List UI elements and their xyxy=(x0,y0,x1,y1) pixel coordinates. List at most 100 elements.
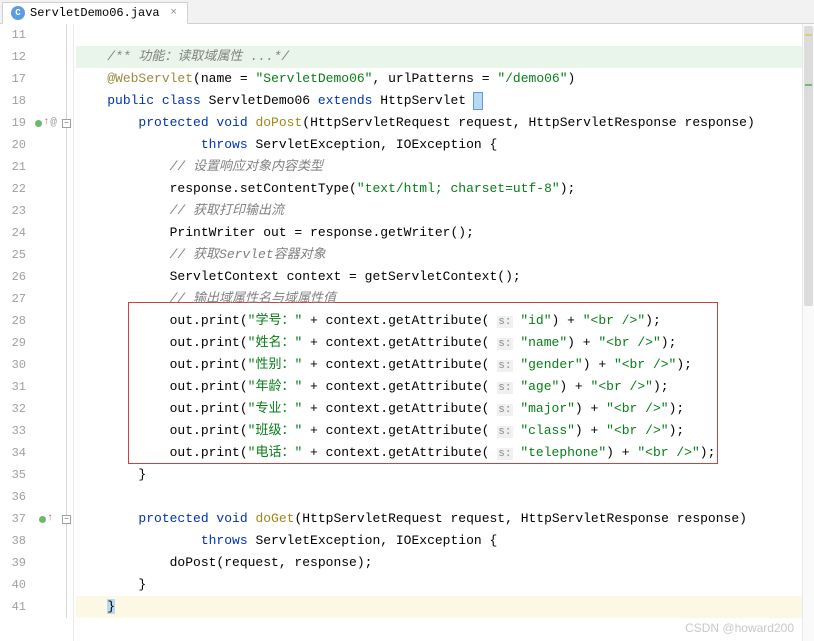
gutter-marker xyxy=(32,266,60,288)
line-number: 31 xyxy=(0,376,26,398)
line-number: 24 xyxy=(0,222,26,244)
gutter-marker xyxy=(32,156,60,178)
scrollbar-thumb[interactable] xyxy=(804,26,813,306)
gutter-marker: ↑ xyxy=(32,508,60,530)
code-line[interactable]: } xyxy=(76,596,814,618)
fold-marker[interactable] xyxy=(60,530,73,552)
code-line[interactable]: protected void doPost(HttpServletRequest… xyxy=(76,112,814,134)
code-line[interactable]: // 输出域属性名与域属性值 xyxy=(76,288,814,310)
watermark: CSDN @howard200 xyxy=(685,621,794,635)
code-editor[interactable]: 1112171819202122232425262728293031323334… xyxy=(0,24,814,641)
fold-marker[interactable] xyxy=(60,332,73,354)
gutter-marker xyxy=(32,310,60,332)
fold-marker[interactable] xyxy=(60,90,73,112)
code-line[interactable]: // 获取打印输出流 xyxy=(76,200,814,222)
code-line[interactable]: throws ServletException, IOException { xyxy=(76,530,814,552)
gutter-marker xyxy=(32,134,60,156)
code-line[interactable]: @WebServlet(name = "ServletDemo06", urlP… xyxy=(76,68,814,90)
line-number: 22 xyxy=(0,178,26,200)
code-line[interactable]: } xyxy=(76,574,814,596)
code-line[interactable]: response.setContentType("text/html; char… xyxy=(76,178,814,200)
line-number: 37 xyxy=(0,508,26,530)
gutter-marker xyxy=(32,288,60,310)
fold-marker[interactable] xyxy=(60,486,73,508)
tab-bar: C ServletDemo06.java × xyxy=(0,0,814,24)
fold-marker[interactable] xyxy=(60,134,73,156)
gutter-marker xyxy=(32,354,60,376)
line-number: 33 xyxy=(0,420,26,442)
code-line[interactable]: public class ServletDemo06 extends HttpS… xyxy=(76,90,814,112)
vertical-scrollbar[interactable] xyxy=(802,24,814,641)
fold-marker[interactable] xyxy=(60,552,73,574)
code-line[interactable]: out.print("班级：" + context.getAttribute( … xyxy=(76,420,814,442)
code-line[interactable]: /** 功能：读取域属性 ...*/ xyxy=(76,46,814,68)
code-line[interactable]: out.print("姓名：" + context.getAttribute( … xyxy=(76,332,814,354)
code-line[interactable]: out.print("电话：" + context.getAttribute( … xyxy=(76,442,814,464)
line-number: 36 xyxy=(0,486,26,508)
line-number: 41 xyxy=(0,596,26,618)
code-line[interactable]: out.print("学号：" + context.getAttribute( … xyxy=(76,310,814,332)
fold-marker[interactable] xyxy=(60,222,73,244)
fold-marker[interactable] xyxy=(60,464,73,486)
fold-marker[interactable] xyxy=(60,68,73,90)
fold-marker[interactable] xyxy=(60,156,73,178)
line-number: 23 xyxy=(0,200,26,222)
line-number: 27 xyxy=(0,288,26,310)
fold-column: −− xyxy=(60,24,74,641)
gutter-marker xyxy=(32,90,60,112)
code-line[interactable]: ServletContext context = getServletConte… xyxy=(76,266,814,288)
gutter-marker xyxy=(32,244,60,266)
fold-marker[interactable] xyxy=(60,354,73,376)
line-number: 28 xyxy=(0,310,26,332)
code-line[interactable]: out.print("专业：" + context.getAttribute( … xyxy=(76,398,814,420)
fold-marker[interactable] xyxy=(60,574,73,596)
gutter-marker xyxy=(32,68,60,90)
line-number: 20 xyxy=(0,134,26,156)
code-line[interactable]: } xyxy=(76,464,814,486)
fold-marker[interactable] xyxy=(60,244,73,266)
fold-marker[interactable] xyxy=(60,398,73,420)
gutter-marker xyxy=(32,178,60,200)
code-line[interactable]: // 获取Servlet容器对象 xyxy=(76,244,814,266)
fold-marker[interactable] xyxy=(60,46,73,68)
gutter-marker xyxy=(32,552,60,574)
close-icon[interactable]: × xyxy=(169,8,179,18)
code-line[interactable]: protected void doGet(HttpServletRequest … xyxy=(76,508,814,530)
gutter-marker xyxy=(32,200,60,222)
fold-marker[interactable]: − xyxy=(60,508,73,530)
code-line[interactable]: out.print("性别：" + context.getAttribute( … xyxy=(76,354,814,376)
fold-marker[interactable] xyxy=(60,310,73,332)
fold-marker[interactable] xyxy=(60,24,73,46)
fold-marker[interactable]: − xyxy=(60,112,73,134)
code-line[interactable] xyxy=(76,24,814,46)
class-icon: C xyxy=(11,6,25,20)
gutter-marker xyxy=(32,530,60,552)
code-line[interactable]: out.print("年龄：" + context.getAttribute( … xyxy=(76,376,814,398)
fold-marker[interactable] xyxy=(60,376,73,398)
fold-marker[interactable] xyxy=(60,266,73,288)
gutter-marker: ↑@ xyxy=(32,112,60,134)
fold-marker[interactable] xyxy=(60,178,73,200)
code-line[interactable]: doPost(request, response); xyxy=(76,552,814,574)
line-number: 17 xyxy=(0,68,26,90)
code-area[interactable]: /** 功能：读取域属性 ...*/ @WebServlet(name = "S… xyxy=(74,24,814,641)
gutter-marker xyxy=(32,442,60,464)
gutter-marker xyxy=(32,596,60,618)
gutter-marker xyxy=(32,376,60,398)
fold-marker[interactable] xyxy=(60,420,73,442)
line-number: 19 xyxy=(0,112,26,134)
line-number: 34 xyxy=(0,442,26,464)
fold-marker[interactable] xyxy=(60,288,73,310)
code-line[interactable]: PrintWriter out = response.getWriter(); xyxy=(76,222,814,244)
code-line[interactable] xyxy=(76,486,814,508)
code-line[interactable]: throws ServletException, IOException { xyxy=(76,134,814,156)
fold-marker[interactable] xyxy=(60,442,73,464)
file-tab[interactable]: C ServletDemo06.java × xyxy=(2,2,188,24)
line-number: 35 xyxy=(0,464,26,486)
fold-marker[interactable] xyxy=(60,596,73,618)
line-number: 12 xyxy=(0,46,26,68)
scrollbar-mark xyxy=(805,84,812,86)
gutter-marker xyxy=(32,574,60,596)
fold-marker[interactable] xyxy=(60,200,73,222)
code-line[interactable]: // 设置响应对象内容类型 xyxy=(76,156,814,178)
